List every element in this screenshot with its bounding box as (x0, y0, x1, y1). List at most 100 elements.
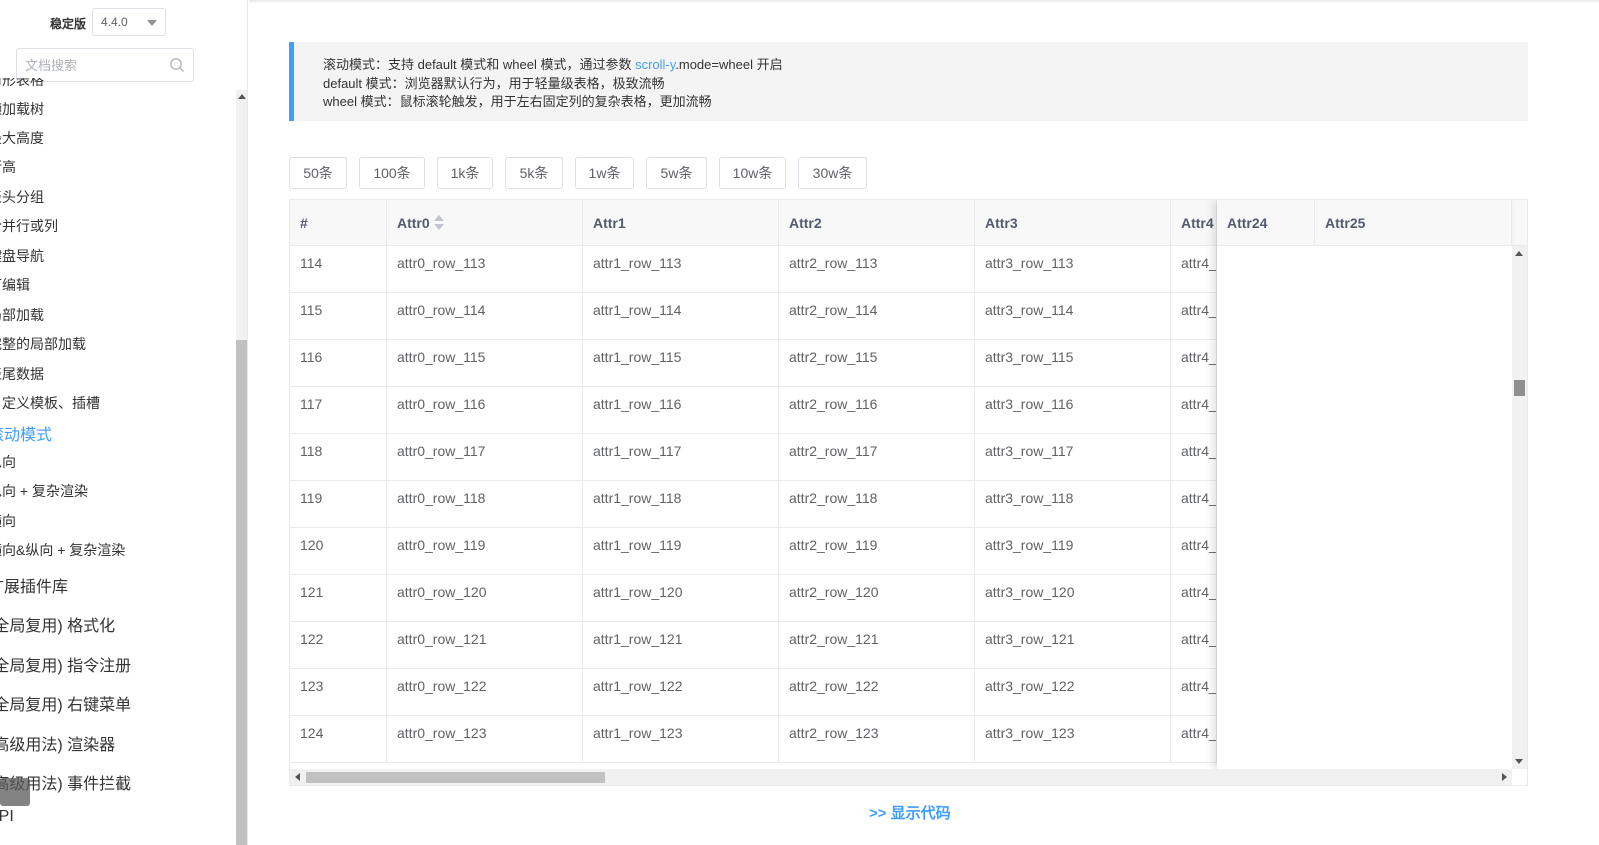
table-cell[interactable]: attr1_row_123 (583, 716, 779, 763)
table-row[interactable]: 115 attr0_row_114 attr1_row_114 attr2_row_1… (290, 293, 1217, 340)
col-header-attr1[interactable]: Attr1 (583, 200, 779, 246)
table-cell[interactable]: attr2_row_115 (779, 340, 975, 387)
table-cell[interactable]: attr4_ (1171, 669, 1217, 716)
sidebar-item-23[interactable]: API (0, 808, 14, 826)
table-cell[interactable]: attr2_row_119 (779, 528, 975, 575)
table-row[interactable]: 118 attr0_row_117 attr1_row_117 attr2_row_1… (290, 434, 1217, 481)
table-cell[interactable]: attr0_row_114 (387, 293, 583, 340)
table-cell[interactable]: attr1_row_121 (583, 622, 779, 669)
row-seq-cell[interactable]: 115 (290, 293, 387, 340)
load-30w-button[interactable]: 30w条 (798, 157, 867, 189)
sidebar-scrollbar[interactable] (236, 90, 247, 845)
row-seq-cell[interactable]: 124 (290, 716, 387, 763)
row-seq-cell[interactable]: 117 (290, 387, 387, 434)
table-cell[interactable]: attr3_row_120 (975, 575, 1171, 622)
table-row[interactable]: 121 attr0_row_120 attr1_row_120 attr2_row_1… (290, 575, 1217, 622)
table-cell[interactable]: attr0_row_122 (387, 669, 583, 716)
col-header-attr4[interactable]: Attr4 (1171, 200, 1217, 246)
floating-overlay-button[interactable] (0, 778, 30, 806)
table-cell[interactable]: attr2_row_116 (779, 387, 975, 434)
sidebar-item-7[interactable]: 可编辑 (0, 275, 30, 295)
table-cell[interactable]: attr3_row_113 (975, 246, 1171, 293)
sidebar-item-9[interactable]: 完整的局部加载 (0, 334, 86, 354)
sidebar-item-18[interactable]: (全局复用) 格式化 (0, 612, 115, 636)
table-cell[interactable]: attr2_row_113 (779, 246, 975, 293)
table-cell[interactable]: attr4_ (1171, 246, 1217, 293)
table-cell[interactable]: attr4_ (1171, 481, 1217, 528)
row-seq-cell[interactable]: 119 (290, 481, 387, 528)
table-cell[interactable]: attr3_row_114 (975, 293, 1171, 340)
row-seq-cell[interactable]: 120 (290, 528, 387, 575)
sidebar-item-4[interactable]: 表头分组 (0, 187, 44, 207)
sidebar-item-21[interactable]: (高级用法) 渲染器 (0, 731, 115, 755)
scroll-left-icon[interactable] (295, 773, 300, 781)
load-100-button[interactable]: 100条 (359, 157, 425, 189)
table-cell[interactable]: attr1_row_117 (583, 434, 779, 481)
table-cell[interactable]: attr0_row_113 (387, 246, 583, 293)
sort-asc-icon[interactable] (434, 215, 444, 221)
load-1k-button[interactable]: 1k条 (437, 157, 493, 189)
sidebar-item-10[interactable]: 表尾数据 (0, 364, 44, 384)
sidebar-item-16[interactable]: 横向&纵向 + 复杂渲染 (0, 540, 125, 560)
row-seq-cell[interactable]: 118 (290, 434, 387, 481)
sidebar-item-8[interactable]: 局部加载 (0, 305, 44, 325)
table-cell[interactable]: attr0_row_119 (387, 528, 583, 575)
search-icon[interactable] (169, 57, 185, 73)
table-cell[interactable]: attr1_row_119 (583, 528, 779, 575)
col-header-attr25[interactable]: Attr25 (1315, 200, 1512, 246)
table-cell[interactable]: attr4_ (1171, 528, 1217, 575)
table-cell[interactable]: attr4_ (1171, 716, 1217, 763)
col-header-attr24[interactable]: Attr24 (1217, 200, 1315, 246)
sidebar-item-19[interactable]: (全局复用) 指令注册 (0, 652, 131, 676)
table-cell[interactable]: attr3_row_117 (975, 434, 1171, 481)
table-row[interactable]: 123 attr0_row_122 attr1_row_122 attr2_row_1… (290, 669, 1217, 716)
table-cell[interactable]: attr1_row_118 (583, 481, 779, 528)
table-cell[interactable]: attr2_row_118 (779, 481, 975, 528)
row-seq-cell[interactable]: 116 (290, 340, 387, 387)
table-cell[interactable]: attr0_row_121 (387, 622, 583, 669)
load-1w-button[interactable]: 1w条 (575, 157, 634, 189)
table-cell[interactable]: attr2_row_123 (779, 716, 975, 763)
table-row[interactable]: 124 attr0_row_123 attr1_row_123 attr2_row_1… (290, 716, 1217, 763)
sidebar-item-12[interactable]: 滚动模式 (0, 421, 52, 445)
table-cell[interactable]: attr4_ (1171, 575, 1217, 622)
scroll-right-icon[interactable] (1502, 773, 1507, 781)
table-cell[interactable]: attr3_row_116 (975, 387, 1171, 434)
doc-search-input[interactable] (17, 49, 157, 81)
version-select[interactable]: 4.4.0 (92, 8, 166, 36)
table-cell[interactable]: attr3_row_121 (975, 622, 1171, 669)
table-cell[interactable]: attr0_row_123 (387, 716, 583, 763)
table-cell[interactable]: attr1_row_115 (583, 340, 779, 387)
table-cell[interactable]: attr1_row_116 (583, 387, 779, 434)
scroll-y-link[interactable]: scroll-y (635, 57, 675, 72)
table-cell[interactable]: attr2_row_120 (779, 575, 975, 622)
grid-horizontal-scrollbar-thumb[interactable] (306, 772, 605, 783)
table-cell[interactable]: attr4_ (1171, 340, 1217, 387)
col-header-attr2[interactable]: Attr2 (779, 200, 975, 246)
load-5w-button[interactable]: 5w条 (646, 157, 707, 189)
table-cell[interactable]: attr1_row_113 (583, 246, 779, 293)
table-cell[interactable]: attr2_row_122 (779, 669, 975, 716)
table-cell[interactable]: attr2_row_114 (779, 293, 975, 340)
table-row[interactable]: 114 attr0_row_113 attr1_row_113 attr2_row_1… (290, 246, 1217, 293)
table-cell[interactable]: attr0_row_120 (387, 575, 583, 622)
sidebar-item-6[interactable]: 键盘导航 (0, 246, 44, 266)
table-row[interactable]: 116 attr0_row_115 attr1_row_115 attr2_row_1… (290, 340, 1217, 387)
sidebar-item-14[interactable]: 纵向 + 复杂渲染 (0, 481, 88, 501)
sidebar-item-5[interactable]: 合并行或列 (0, 216, 58, 236)
sidebar-item-15[interactable]: 横向 (0, 511, 16, 531)
table-cell[interactable]: attr0_row_117 (387, 434, 583, 481)
grid-vertical-scrollbar[interactable] (1512, 246, 1527, 769)
show-code-link[interactable]: >> 显示代码 (869, 802, 951, 823)
table-cell[interactable]: attr3_row_115 (975, 340, 1171, 387)
row-seq-cell[interactable]: 123 (290, 669, 387, 716)
table-cell[interactable]: attr1_row_114 (583, 293, 779, 340)
table-cell[interactable]: attr3_row_123 (975, 716, 1171, 763)
scroll-up-icon[interactable] (238, 94, 246, 99)
table-cell[interactable]: attr2_row_117 (779, 434, 975, 481)
table-cell[interactable]: attr2_row_121 (779, 622, 975, 669)
table-cell[interactable]: attr4_ (1171, 622, 1217, 669)
table-cell[interactable]: attr1_row_120 (583, 575, 779, 622)
sidebar-item-0[interactable]: 树形表格 (0, 78, 44, 90)
table-cell[interactable]: attr4_ (1171, 387, 1217, 434)
